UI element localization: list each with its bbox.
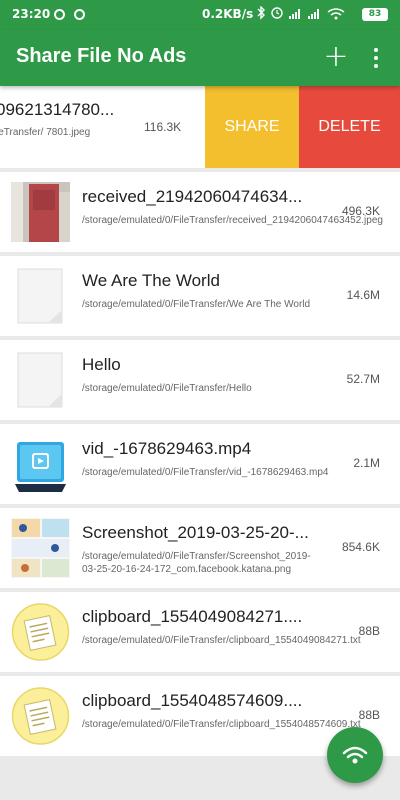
file-size: 854.6K [341,540,380,554]
file-path: /storage/emulated/0/FileTransfer/vid_-16… [82,467,329,478]
file-size: 2.1M [353,456,380,470]
file-size: 496.3K [341,204,380,218]
list-item[interactable]: Hello /storage/emulated/0/FileTransfer/H… [0,340,400,420]
text-file-icon [11,687,70,745]
status-time: 23:20 [12,7,51,21]
bluetooth-alarm-signal-wifi-icon [257,5,345,20]
file-path: /storage/emulated/0/FileTransfer/We Are … [82,299,311,310]
file-size: 88B [358,708,380,722]
network-speed: 0.2KB/s [202,7,254,21]
image-thumbnail [11,182,70,242]
wifi-share-button[interactable] [327,727,383,783]
system-status-icons [256,5,356,23]
share-button[interactable]: SHARE [205,86,299,168]
image-thumbnail [11,518,70,578]
wifi-icon [342,746,368,764]
file-path: /storage/emulated/0/FileTransfer/receive… [82,215,383,226]
app-title: Share File No Ads [16,45,187,67]
file-path: /storage/emulated/0/FileTransfer/clipboa… [82,635,361,646]
list-item-swiped[interactable]: 09621314780... leTransfer/ 7801.jpeg 116… [0,86,400,168]
file-name: clipboard_1554049084271.... [82,607,303,626]
status-bar: 23:20 0.2KB/s 83 [0,0,400,30]
list-item[interactable]: received_21942060474634... /storage/emul… [0,172,400,252]
file-name: 09621314780... [0,100,115,119]
file-name: received_21942060474634... [82,187,303,206]
notification-icon [74,9,85,20]
blank-file-icon [17,268,63,324]
file-name: Hello [82,355,121,374]
file-size: 14.6M [346,288,380,302]
file-list: 09621314780... leTransfer/ 7801.jpeg 116… [0,86,400,760]
file-size: 88B [358,624,380,638]
notification-icon [54,9,65,20]
file-path: leTransfer/ 7801.jpeg [0,127,91,138]
app-bar: Share File No Ads + [0,30,400,86]
add-button[interactable]: + [320,40,352,76]
file-name: clipboard_1554048574609.... [82,691,303,710]
list-item[interactable]: vid_-1678629463.mp4 /storage/emulated/0/… [0,424,400,504]
file-name: vid_-1678629463.mp4 [82,439,252,458]
battery-indicator: 83 [362,8,388,21]
file-path: /storage/emulated/0/FileTransfer/Screens… [82,551,311,575]
video-file-icon [15,442,66,492]
file-path: /storage/emulated/0/FileTransfer/Hello [82,383,252,394]
delete-button[interactable]: DELETE [299,86,400,168]
more-options-icon[interactable] [364,42,388,74]
file-name: Screenshot_2019-03-25-20-... [82,523,309,542]
file-size: 116.3K [144,120,182,134]
list-item[interactable]: clipboard_1554049084271.... /storage/emu… [0,592,400,672]
file-name: We Are The World [82,271,220,290]
list-item[interactable]: We Are The World /storage/emulated/0/Fil… [0,256,400,336]
text-file-icon [11,603,70,661]
blank-file-icon [17,352,63,408]
file-path: /storage/emulated/0/FileTransfer/clipboa… [82,719,361,730]
file-size: 52.7M [346,372,380,386]
list-item[interactable]: Screenshot_2019-03-25-20-... /storage/em… [0,508,400,588]
